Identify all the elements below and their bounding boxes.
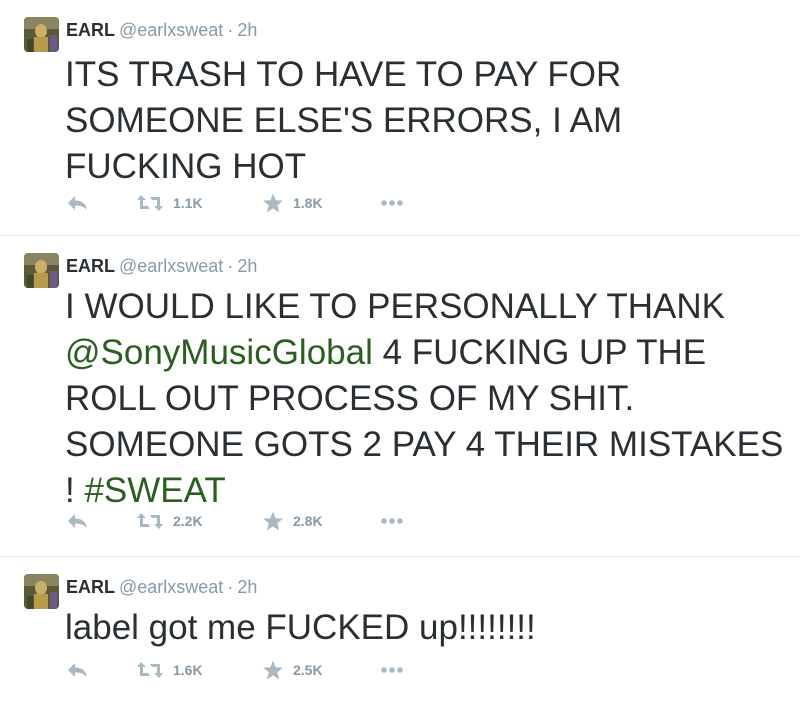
retweet-button[interactable]: 1.1K bbox=[136, 191, 203, 215]
tweet: EARL @earlxsweat · 2h ITS TRASH TO HAVE TO … bbox=[0, 0, 800, 236]
avatar[interactable] bbox=[24, 253, 59, 288]
favorite-count: 2.5K bbox=[293, 662, 323, 678]
tweet: EARL @earlxsweat · 2h label got me FUCKED u… bbox=[0, 557, 800, 702]
tweet-text-line1: I WOULD LIKE TO PERSONALLY THANK bbox=[65, 287, 726, 326]
header-separator: · bbox=[227, 20, 234, 40]
tweet-text: label got me FUCKED up!!!!!!!! bbox=[65, 605, 785, 651]
more-icon bbox=[380, 199, 404, 207]
tweet-header: EARL @earlxsweat · 2h bbox=[66, 575, 257, 599]
mention-link[interactable]: @SonyMusicGlobal bbox=[65, 333, 373, 372]
tweet-text: I WOULD LIKE TO PERSONALLY THANK @SonyMus… bbox=[65, 284, 785, 514]
favorite-button[interactable]: 2.5K bbox=[262, 658, 323, 682]
retweet-icon bbox=[136, 661, 164, 679]
tweet-feed: EARL @earlxsweat · 2h ITS TRASH TO HAVE TO … bbox=[0, 0, 800, 702]
tweet-text-body: ITS TRASH TO HAVE TO PAY FOR SOMEONE ELS… bbox=[65, 55, 623, 186]
retweet-count: 1.6K bbox=[173, 662, 203, 678]
star-icon bbox=[262, 660, 284, 681]
favorite-button[interactable]: 1.8K bbox=[262, 191, 323, 215]
author-name[interactable]: EARL bbox=[66, 577, 115, 597]
author-name[interactable]: EARL bbox=[66, 256, 115, 276]
tweet-header: EARL @earlxsweat · 2h bbox=[66, 254, 257, 278]
retweet-icon bbox=[136, 194, 164, 212]
retweet-icon bbox=[136, 512, 164, 530]
retweet-count: 1.1K bbox=[173, 195, 203, 211]
star-icon bbox=[262, 511, 284, 532]
tweet-time[interactable]: 2h bbox=[237, 256, 257, 276]
tweet-header: EARL @earlxsweat · 2h bbox=[66, 18, 257, 42]
reply-icon bbox=[66, 660, 90, 680]
more-icon bbox=[380, 666, 404, 674]
author-handle[interactable]: @earlxsweat bbox=[119, 256, 223, 276]
favorite-button[interactable]: 2.8K bbox=[262, 509, 323, 533]
favorite-count: 2.8K bbox=[293, 513, 323, 529]
header-separator: · bbox=[227, 256, 234, 276]
avatar[interactable] bbox=[24, 574, 59, 609]
reply-icon bbox=[66, 193, 90, 213]
tweet-text: ITS TRASH TO HAVE TO PAY FOR SOMEONE ELS… bbox=[65, 52, 785, 190]
retweet-button[interactable]: 2.2K bbox=[136, 509, 203, 533]
avatar[interactable] bbox=[24, 17, 59, 52]
header-separator: · bbox=[227, 577, 234, 597]
more-icon bbox=[380, 517, 404, 525]
retweet-button[interactable]: 1.6K bbox=[136, 658, 203, 682]
tweet-time[interactable]: 2h bbox=[237, 20, 257, 40]
more-button[interactable] bbox=[380, 509, 404, 533]
reply-icon bbox=[66, 511, 90, 531]
hashtag-link[interactable]: #SWEAT bbox=[84, 471, 225, 510]
author-handle[interactable]: @earlxsweat bbox=[119, 577, 223, 597]
star-icon bbox=[262, 193, 284, 214]
reply-button[interactable] bbox=[66, 658, 90, 682]
tweet: EARL @earlxsweat · 2h I WOULD LIKE TO PERSO… bbox=[0, 236, 800, 557]
author-name[interactable]: EARL bbox=[66, 20, 115, 40]
author-handle[interactable]: @earlxsweat bbox=[119, 20, 223, 40]
reply-button[interactable] bbox=[66, 509, 90, 533]
favorite-count: 1.8K bbox=[293, 195, 323, 211]
tweet-text-body: label got me FUCKED up!!!!!!!! bbox=[65, 608, 536, 647]
more-button[interactable] bbox=[380, 191, 404, 215]
tweet-time[interactable]: 2h bbox=[237, 577, 257, 597]
retweet-count: 2.2K bbox=[173, 513, 203, 529]
more-button[interactable] bbox=[380, 658, 404, 682]
reply-button[interactable] bbox=[66, 191, 90, 215]
